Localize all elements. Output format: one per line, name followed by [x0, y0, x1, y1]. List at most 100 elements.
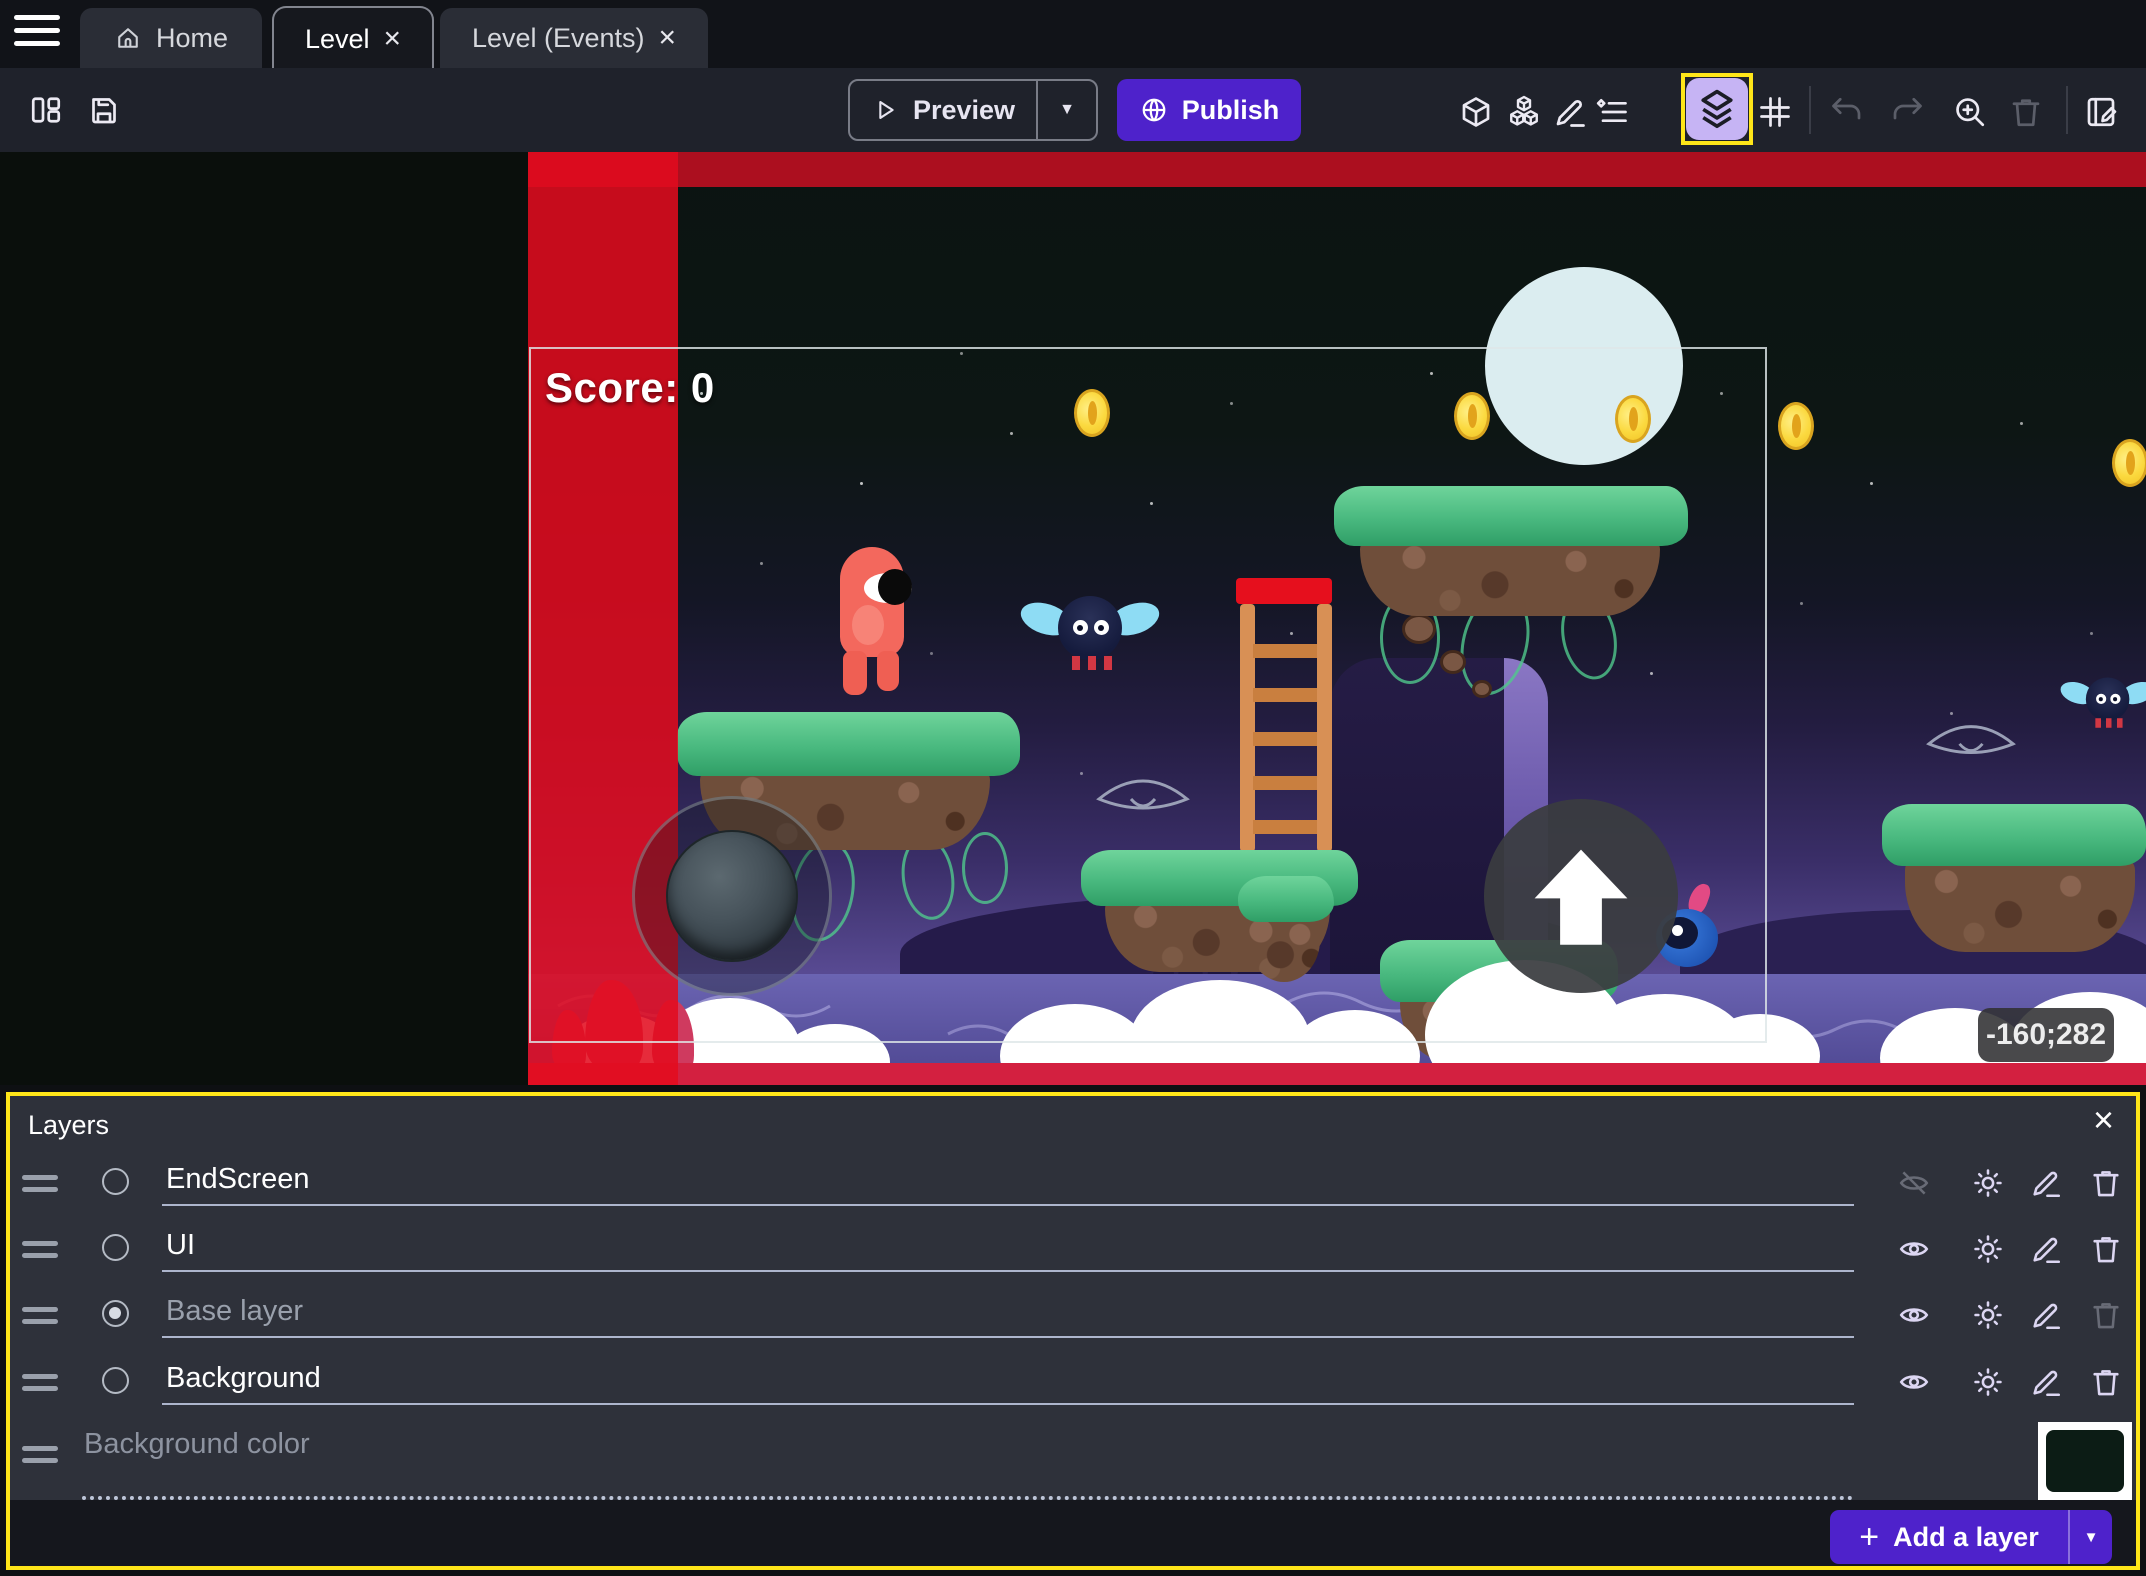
drag-handle-icon[interactable]: [22, 1307, 58, 1331]
field-underline: [162, 1204, 1854, 1206]
properties-panel-icon[interactable]: [1594, 94, 1630, 130]
tab-level-label: Level: [305, 24, 370, 55]
score-hud-text: Score: 0: [545, 364, 715, 412]
joystick-knob[interactable]: [666, 830, 798, 962]
layers-panel: Layers × EndScreen UI Base layer: [6, 1092, 2140, 1570]
drag-handle-icon[interactable]: [22, 1175, 58, 1199]
sun-lighting-icon[interactable]: [1971, 1166, 2005, 1200]
globe-icon: [1139, 95, 1169, 125]
layers-icon: [1695, 87, 1739, 131]
instances-panel-icon[interactable]: [1506, 94, 1542, 130]
field-underline: [162, 1336, 1854, 1338]
eye-icon[interactable]: [1897, 1232, 1931, 1266]
zoom-in-icon[interactable]: [1952, 94, 1988, 130]
edit-tool-icon[interactable]: [1552, 94, 1588, 130]
layer-radio[interactable]: [102, 1234, 129, 1261]
chevron-down-icon: ▼: [2084, 1529, 2099, 1546]
panel-footer: + Add a layer ▼: [10, 1500, 2136, 1566]
preview-dropdown[interactable]: ▼: [1036, 81, 1096, 139]
sun-lighting-icon[interactable]: [1971, 1298, 2005, 1332]
layer-radio[interactable]: [102, 1168, 129, 1195]
close-icon[interactable]: ×: [384, 24, 402, 54]
layer-row-ui: UI: [10, 1218, 2136, 1280]
tab-bar: Home Level × Level (Events) ×: [0, 0, 2146, 68]
plus-icon: +: [1859, 1518, 1879, 1557]
jump-button-control[interactable]: [1484, 799, 1678, 993]
eye-icon[interactable]: [1897, 1298, 1931, 1332]
objects-panel-icon[interactable]: [1458, 94, 1494, 130]
edit-layer-icon[interactable]: [2029, 1365, 2063, 1399]
close-icon[interactable]: ×: [659, 23, 677, 53]
eye-decoration: [1925, 715, 2017, 767]
menu-icon[interactable]: [14, 15, 60, 53]
arrow-up-icon: [1523, 838, 1639, 954]
layout-panels-icon[interactable]: [28, 92, 64, 128]
layer-radio[interactable]: [102, 1367, 129, 1394]
toolbar-divider: [1809, 86, 1811, 134]
layer-name-field[interactable]: UI: [166, 1229, 195, 1262]
edit-layer-icon[interactable]: [2029, 1298, 2063, 1332]
fly-enemy-sprite[interactable]: [2060, 672, 2146, 732]
add-layer-button[interactable]: + Add a layer ▼: [1830, 1510, 2112, 1564]
red-border-bottom: [528, 1063, 2146, 1085]
edit-layer-icon[interactable]: [2029, 1166, 2063, 1200]
add-layer-label: Add a layer: [1893, 1522, 2039, 1553]
home-icon: [114, 24, 142, 52]
virtual-joystick-control[interactable]: [632, 796, 832, 996]
drag-handle-icon[interactable]: [22, 1241, 58, 1265]
sun-lighting-icon[interactable]: [1971, 1365, 2005, 1399]
delete-layer-icon[interactable]: [2089, 1232, 2123, 1266]
play-icon: [871, 96, 899, 124]
undo-icon[interactable]: [1829, 94, 1865, 130]
editor-toolbar: Preview ▼ Publish: [0, 68, 2146, 152]
chevron-down-icon: ▼: [1059, 101, 1075, 119]
layer-radio-selected[interactable]: [102, 1300, 129, 1327]
preview-label: Preview: [913, 95, 1015, 126]
field-underline: [162, 1270, 1854, 1272]
grid-icon[interactable]: [1757, 94, 1793, 130]
tab-home-label: Home: [156, 23, 228, 54]
delete-layer-icon-disabled: [2089, 1298, 2123, 1332]
redo-icon[interactable]: [1889, 94, 1925, 130]
publish-button[interactable]: Publish: [1117, 79, 1301, 141]
toolbar-divider: [2066, 86, 2068, 134]
red-border-top: [528, 152, 2146, 187]
layers-panel-button[interactable]: [1686, 78, 1748, 140]
layers-panel-title: Layers: [28, 1110, 109, 1141]
cursor-coordinates-tooltip: -160;282: [1978, 1008, 2114, 1062]
layer-name-field[interactable]: Background: [166, 1362, 321, 1395]
add-layer-dropdown[interactable]: ▼: [2068, 1510, 2112, 1564]
layer-row-base-layer: Base layer: [10, 1284, 2136, 1346]
editor-void: [0, 152, 528, 1085]
delete-icon[interactable]: [2008, 94, 2044, 130]
drag-handle-icon: [22, 1446, 58, 1470]
tab-home[interactable]: Home: [80, 8, 262, 68]
background-color-label: Background color: [84, 1428, 310, 1461]
edit-layer-icon[interactable]: [2029, 1232, 2063, 1266]
layer-row-background: Background: [10, 1351, 2136, 1413]
background-color-swatch[interactable]: [2038, 1422, 2132, 1500]
publish-label: Publish: [1182, 95, 1280, 126]
coin-sprite[interactable]: [2112, 439, 2146, 487]
sun-lighting-icon[interactable]: [1971, 1232, 2005, 1266]
field-underline: [162, 1403, 1854, 1405]
tab-level[interactable]: Level ×: [272, 6, 434, 70]
delete-layer-icon[interactable]: [2089, 1166, 2123, 1200]
preview-button[interactable]: Preview ▼: [848, 79, 1098, 141]
tab-level-events[interactable]: Level (Events) ×: [440, 8, 708, 68]
layers-panel-button-highlight: [1681, 73, 1753, 145]
layer-row-endscreen: EndScreen: [10, 1152, 2136, 1214]
eye-off-icon[interactable]: [1897, 1166, 1931, 1200]
background-color-row: Background color: [10, 1414, 2136, 1500]
edit-scene-events-icon[interactable]: [2083, 94, 2119, 130]
tab-level-events-label: Level (Events): [472, 23, 645, 54]
close-icon[interactable]: ×: [2093, 1102, 2114, 1138]
coin-sprite[interactable]: [1778, 402, 1814, 450]
layer-name-field[interactable]: EndScreen: [166, 1163, 310, 1196]
scene-canvas[interactable]: Score: 0 -160;282: [0, 152, 2146, 1085]
eye-icon[interactable]: [1897, 1365, 1931, 1399]
layer-name-field[interactable]: Base layer: [166, 1295, 303, 1328]
save-icon[interactable]: [86, 92, 122, 128]
drag-handle-icon[interactable]: [22, 1374, 58, 1398]
delete-layer-icon[interactable]: [2089, 1365, 2123, 1399]
